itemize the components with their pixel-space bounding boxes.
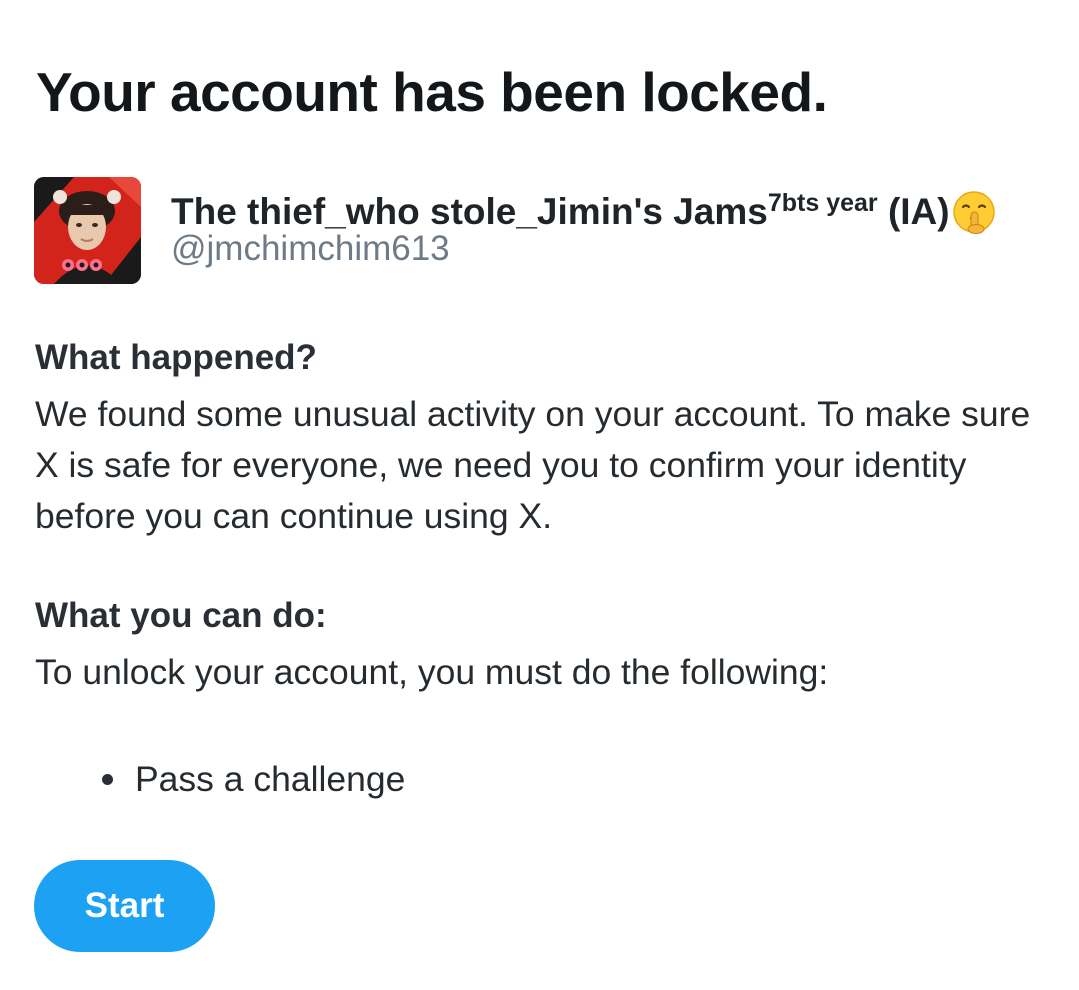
list-item-label: Pass a challenge xyxy=(135,759,406,799)
list-item: Pass a challenge xyxy=(102,754,406,804)
display-name-superscript: 7bts year xyxy=(767,189,878,217)
challenge-list: Pass a challenge xyxy=(102,754,406,804)
account-handle: @jmchimchim613 xyxy=(171,229,450,268)
what-happened-text: We found some unusual activity on your a… xyxy=(35,394,1031,536)
shushing-face-icon xyxy=(952,191,995,234)
page-title: Your account has been locked. xyxy=(36,61,828,123)
start-button[interactable]: Start xyxy=(34,860,215,952)
account-card: The thief_who stole_Jimin's Jams7bts yea… xyxy=(34,177,1034,285)
avatar xyxy=(34,177,141,284)
avatar-image xyxy=(34,177,141,284)
what-you-can-do-text: To unlock your account, you must do the … xyxy=(35,652,829,692)
what-happened-heading: What happened? xyxy=(35,338,317,377)
what-you-can-do-heading: What you can do: xyxy=(35,596,327,635)
bullet-icon xyxy=(102,774,113,785)
display-name-text: The thief_who stole_Jimin's Jams xyxy=(171,191,768,232)
display-name-suffix: (IA) xyxy=(877,191,950,232)
